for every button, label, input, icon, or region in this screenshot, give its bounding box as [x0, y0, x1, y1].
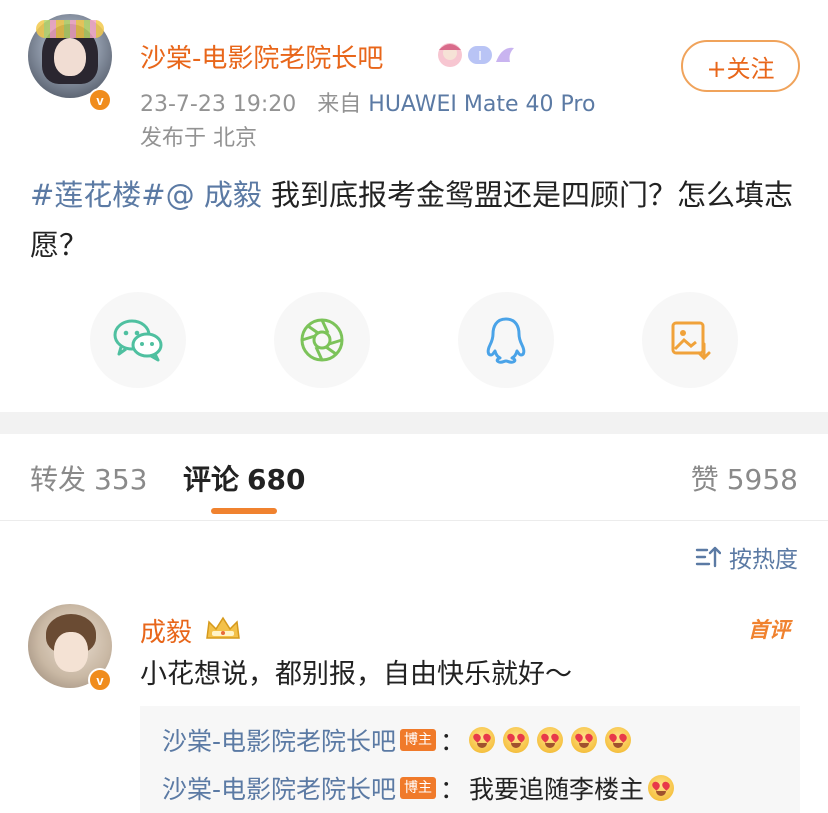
- heart-eyes-emoji-icon: [469, 727, 496, 753]
- tab-comment-label: 评论: [183, 463, 240, 496]
- verified-icon: v: [88, 668, 112, 692]
- first-comment-badge: 首评: [748, 618, 790, 642]
- avatar-flower-crown: [36, 20, 104, 38]
- reply-colon: ：: [440, 727, 466, 756]
- tab-comment-count: 680: [247, 463, 306, 496]
- tab-divider: [0, 520, 828, 521]
- share-moments-button[interactable]: [274, 292, 370, 388]
- share-wechat-button[interactable]: [90, 292, 186, 388]
- reply-colon: ：: [440, 775, 466, 804]
- moments-icon: [300, 318, 344, 362]
- commenter-name[interactable]: 成毅: [140, 612, 192, 649]
- mention-link[interactable]: @ 成毅: [166, 178, 262, 212]
- share-qq-button[interactable]: [458, 292, 554, 388]
- tab-like-label: 赞: [690, 463, 719, 496]
- heart-eyes-emoji-icon: [605, 727, 632, 753]
- tab-repost-count: 353: [94, 463, 148, 496]
- heart-eyes-emoji-icon: [648, 775, 675, 801]
- avatar-face: [54, 38, 86, 76]
- commenter-avatar[interactable]: v: [28, 604, 112, 692]
- author-avatar[interactable]: v: [28, 14, 112, 112]
- reply-item[interactable]: 沙棠-电影院老院长吧 博主 ：: [162, 722, 639, 758]
- reply-item[interactable]: 沙棠-电影院老院长吧 博主 ： 我要追随李楼主: [162, 770, 682, 806]
- reply-user[interactable]: 沙棠-电影院老院长吧: [162, 770, 396, 806]
- author-name[interactable]: 沙棠-电影院老院长吧: [140, 38, 383, 75]
- post-body: #莲花楼#@ 成毅 我到底报考金鸳盟还是四顾门？怎么填志愿？: [30, 170, 802, 270]
- member-badges-icon: I: [438, 43, 514, 67]
- save-image-icon: [671, 321, 711, 361]
- blogger-badge: 博主: [400, 729, 437, 751]
- blogger-badge: 博主: [400, 777, 437, 799]
- sort-icon: [695, 546, 721, 568]
- heart-eyes-emoji-icon: [503, 727, 530, 753]
- qq-icon: [486, 317, 526, 364]
- crown-icon: [206, 616, 240, 639]
- section-divider: [0, 412, 828, 434]
- topic-link[interactable]: #莲花楼#: [30, 178, 166, 212]
- post-timestamp: 23-7-23 19:20: [140, 92, 297, 117]
- tab-repost[interactable]: 转发 353: [30, 458, 147, 498]
- reply-user[interactable]: 沙棠-电影院老院长吧: [162, 722, 396, 758]
- heart-eyes-emoji-icon: [571, 727, 598, 753]
- tab-repost-label: 转发: [30, 463, 87, 496]
- active-tab-indicator: [211, 508, 277, 514]
- follow-button[interactable]: +关注: [681, 40, 800, 92]
- svg-text:I: I: [478, 49, 482, 63]
- avatar-face: [54, 632, 88, 672]
- source-prefix: 来自: [317, 92, 362, 117]
- reply-box[interactable]: 沙棠-电影院老院长吧 博主 ： 沙棠-电影院老院长吧 博主 ： 我要追随李楼主: [140, 706, 800, 813]
- tab-like-count: 5958: [726, 463, 798, 496]
- sort-button[interactable]: 按热度: [695, 540, 798, 574]
- tab-comment[interactable]: 评论 680: [183, 458, 305, 498]
- sort-label: 按热度: [729, 547, 798, 573]
- device-link[interactable]: HUAWEI Mate 40 Pro: [368, 92, 595, 117]
- wechat-icon: [113, 319, 163, 362]
- reply-text: 我要追随李楼主: [469, 775, 645, 804]
- tab-like[interactable]: 赞 5958: [691, 458, 798, 498]
- post-location: 发布于 北京: [140, 126, 257, 151]
- save-image-button[interactable]: [642, 292, 738, 388]
- verified-icon: v: [88, 88, 112, 112]
- post-meta: 23-7-23 19:20 来自 HUAWEI Mate 40 Pro: [140, 86, 595, 118]
- heart-eyes-emoji-icon: [537, 727, 564, 753]
- comment-text[interactable]: 小花想说，都别报，自由快乐就好～: [140, 652, 572, 691]
